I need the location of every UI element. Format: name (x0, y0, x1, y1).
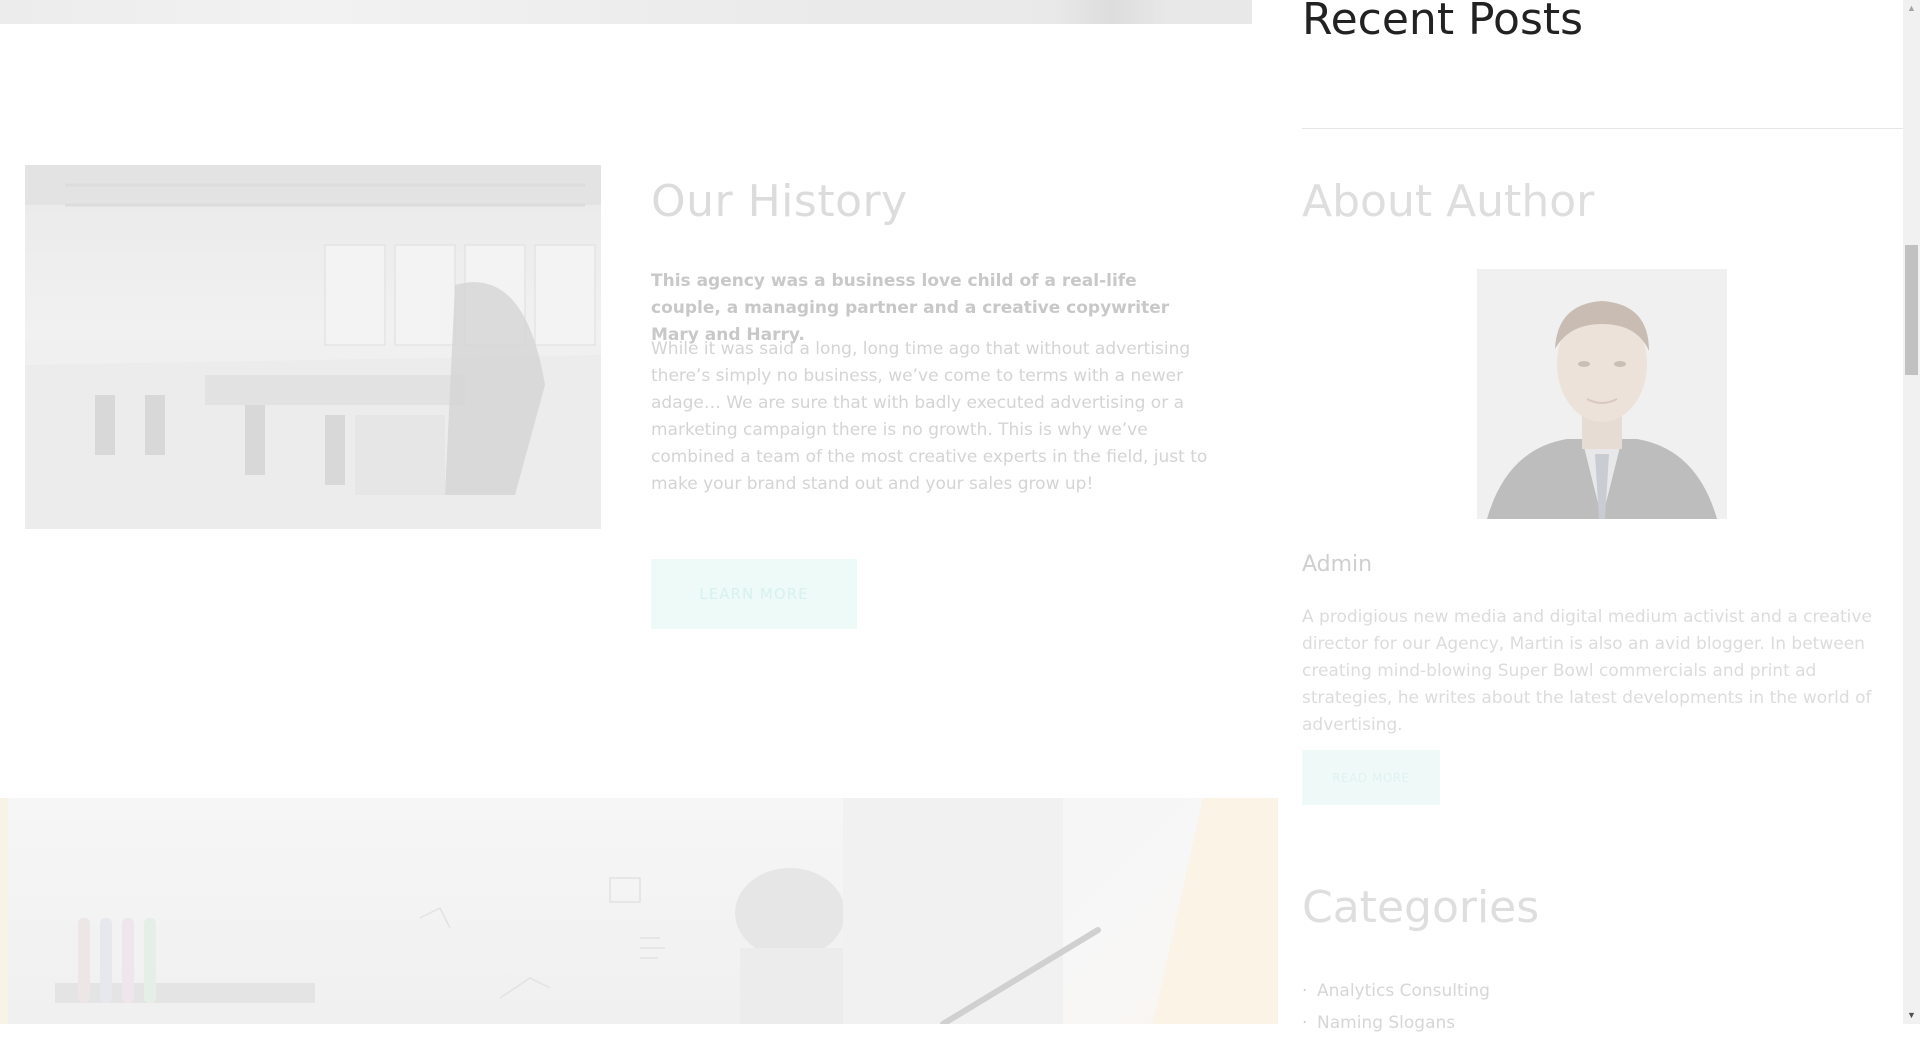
recent-posts-heading: Recent Posts (1302, 0, 1584, 45)
scrollbar-track[interactable] (1903, 0, 1920, 1024)
history-body-text: While it was said a long, long time ago … (651, 339, 1208, 494)
category-link[interactable]: Analytics Consulting (1317, 981, 1490, 1001)
top-image-strip (0, 0, 1252, 24)
categories-list: Analytics Consulting Naming Slogans (1302, 975, 1490, 1039)
about-author-heading: About Author (1302, 176, 1595, 227)
whiteboard-image (0, 798, 843, 1024)
history-heading: Our History (651, 176, 908, 227)
desk-image (843, 798, 1278, 1024)
read-more-button[interactable]: READ MORE (1302, 750, 1440, 805)
category-link[interactable]: Naming Slogans (1317, 1013, 1455, 1033)
author-avatar (1477, 269, 1727, 519)
author-name: Admin (1302, 552, 1373, 577)
sidebar-divider (1302, 128, 1904, 129)
list-item: Naming Slogans (1302, 1007, 1490, 1039)
learn-more-button[interactable]: LEARN MORE (651, 559, 857, 629)
scrollbar-thumb[interactable] (1905, 245, 1918, 375)
office-image (25, 165, 601, 529)
list-item: Analytics Consulting (1302, 975, 1490, 1007)
scroll-down-icon[interactable]: ▼ (1903, 1007, 1920, 1024)
categories-heading: Categories (1302, 882, 1540, 933)
scroll-up-icon[interactable]: ▲ (1903, 0, 1920, 17)
author-bio: A prodigious new media and digital mediu… (1302, 607, 1872, 735)
